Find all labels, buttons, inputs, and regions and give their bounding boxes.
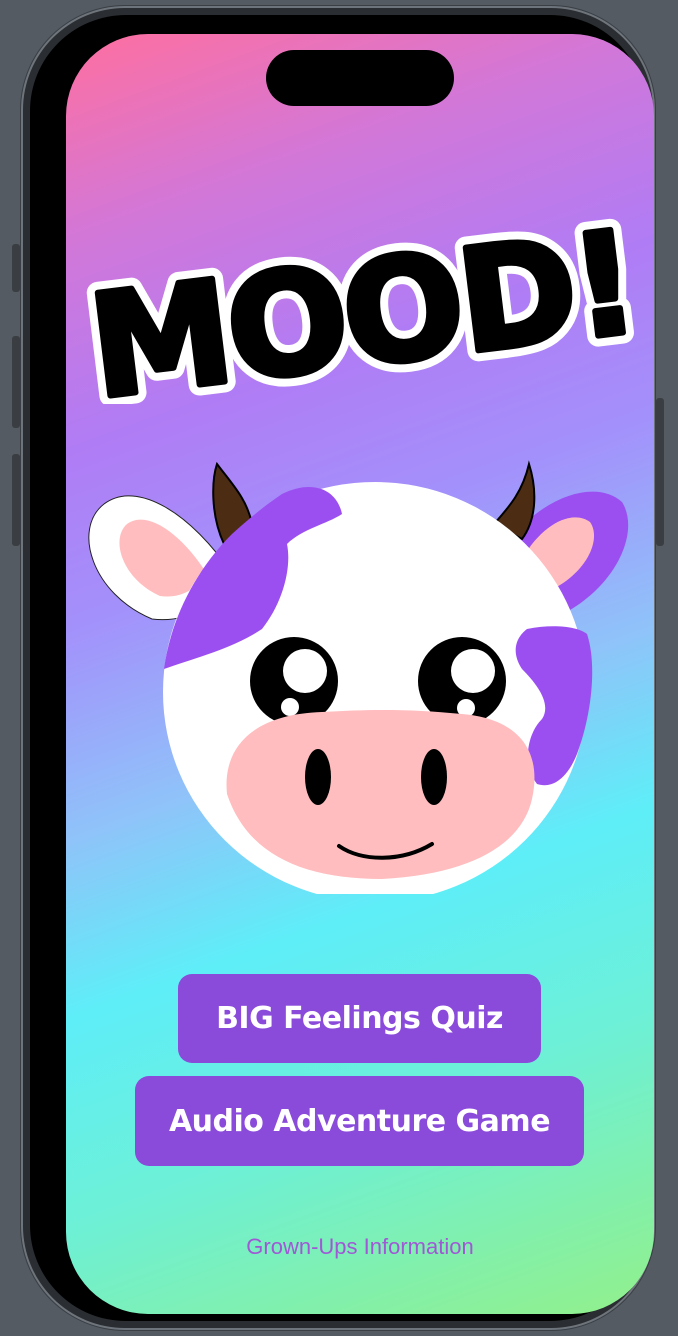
audio-adventure-game-label: Audio Adventure Game <box>168 1103 551 1139</box>
big-feelings-quiz-label: BIG Feelings Quiz <box>216 1001 503 1036</box>
phone-frame: MOOD! MOOD! BIG Feelings Quiz Audio Adve… <box>12 6 664 1330</box>
mood-logo: MOOD! MOOD! <box>84 214 644 404</box>
volume-up-button <box>12 336 20 428</box>
logo-text: MOOD! <box>84 214 643 404</box>
cow-left-eye <box>250 637 338 725</box>
app-screen: MOOD! MOOD! BIG Feelings Quiz Audio Adve… <box>66 34 654 1314</box>
dynamic-island <box>266 50 454 106</box>
cow-right-nostril <box>421 749 447 805</box>
action-button <box>12 244 20 292</box>
cow-mascot <box>88 460 629 894</box>
power-button <box>656 398 664 546</box>
volume-down-button <box>12 454 20 546</box>
big-feelings-quiz-button[interactable]: BIG Feelings Quiz <box>178 974 541 1063</box>
audio-adventure-game-button[interactable]: Audio Adventure Game <box>135 1076 584 1166</box>
cow-left-nostril <box>305 749 331 805</box>
grown-ups-information-link[interactable]: Grown-Ups Information <box>66 1234 654 1260</box>
